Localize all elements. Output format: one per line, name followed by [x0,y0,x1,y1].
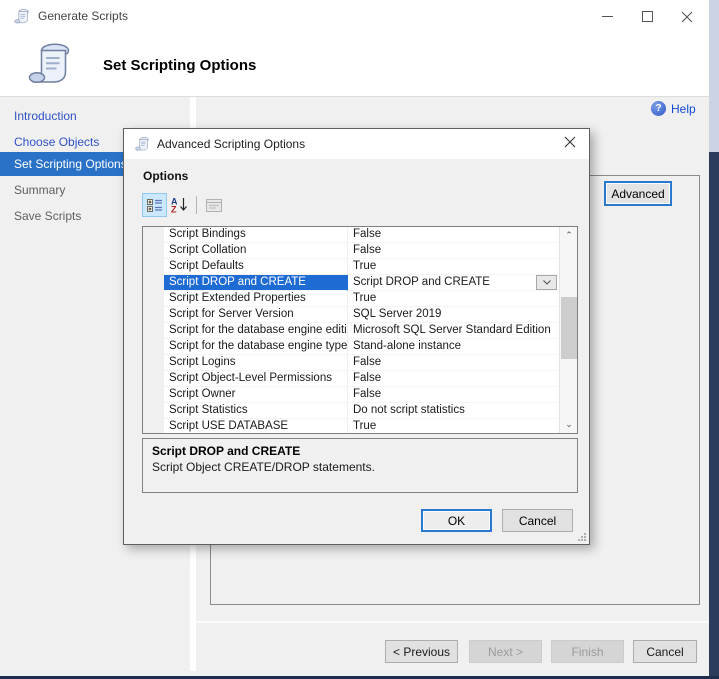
option-row[interactable]: Script StatisticsDo not script statistic… [143,403,560,419]
svg-text:Z: Z [171,205,177,214]
footer-separator [196,621,709,623]
option-description-panel: Script DROP and CREATE Script Object CRE… [142,438,578,493]
toolbar-separator [196,196,197,214]
dialog-close-icon[interactable] [559,134,581,154]
option-row[interactable]: Script Object-Level PermissionsFalse [143,371,560,387]
maximize-button[interactable] [627,0,667,33]
option-row-selected[interactable]: Script DROP and CREATE Script DROP and C… [143,275,560,291]
help-icon: ? [651,101,666,116]
options-label: Options [143,169,188,183]
dialog-cancel-button[interactable]: Cancel [502,509,573,532]
help-label: Help [671,102,696,116]
option-row[interactable]: Script OwnerFalse [143,387,560,403]
option-row[interactable]: Script for the database engine typeStand… [143,339,560,355]
description-title: Script DROP and CREATE [152,444,568,458]
option-row[interactable]: Script LoginsFalse [143,355,560,371]
scroll-down-icon[interactable]: ⌄ [560,416,578,433]
dialog-toolbar: A Z [142,193,226,217]
option-row[interactable]: Script CollationFalse [143,243,560,259]
help-link[interactable]: ? Help [651,101,696,116]
grid-vertical-scrollbar[interactable]: ⌃ ⌄ [559,227,577,433]
dialog-title: Advanced Scripting Options [157,129,305,159]
previous-button[interactable]: < Previous [385,640,458,663]
scroll-icon [13,8,30,25]
resize-grip[interactable] [577,532,586,541]
description-text: Script Object CREATE/DROP statements. [152,460,568,474]
window-title: Generate Scripts [38,0,128,33]
wizard-cancel-button[interactable]: Cancel [633,640,697,663]
background-strip-top [709,0,719,152]
option-row[interactable]: Script USE DATABASETrue [143,419,560,434]
scroll-icon-large [25,36,73,92]
option-row[interactable]: Script BindingsFalse [143,227,560,243]
categorized-view-icon[interactable] [142,193,167,217]
option-row[interactable]: Script for Server VersionSQL Server 2019 [143,307,560,323]
page-title: Set Scripting Options [103,57,256,74]
value-dropdown-button[interactable] [536,275,557,290]
property-pages-icon [201,193,226,217]
next-button: Next > [469,640,542,663]
option-row[interactable]: Script DefaultsTrue [143,259,560,275]
advanced-scripting-options-dialog: Advanced Scripting Options Options A [123,128,590,545]
alphabetical-sort-icon[interactable]: A Z [167,193,192,217]
advanced-button[interactable]: Advanced [604,181,672,206]
sidebar-item-introduction[interactable]: Introduction [0,104,190,128]
ok-button[interactable]: OK [421,509,492,532]
screen: Generate Scripts Set Scripting Options [0,0,719,679]
scroll-up-icon[interactable]: ⌃ [560,227,578,244]
minimize-button[interactable] [587,0,627,33]
scroll-icon-small [134,136,150,152]
scrollbar-thumb[interactable] [561,297,577,359]
option-row[interactable]: Script for the database engine editionMi… [143,323,560,339]
wizard-header: Generate Scripts Set Scripting Options [0,0,709,97]
close-button[interactable] [667,0,707,33]
options-property-grid: Script BindingsFalse Script CollationFal… [142,226,578,434]
option-row[interactable]: Script Extended PropertiesTrue [143,291,560,307]
dialog-titlebar[interactable]: Advanced Scripting Options [124,129,589,159]
background-strip-bottom [709,152,719,679]
finish-button: Finish [551,640,624,663]
